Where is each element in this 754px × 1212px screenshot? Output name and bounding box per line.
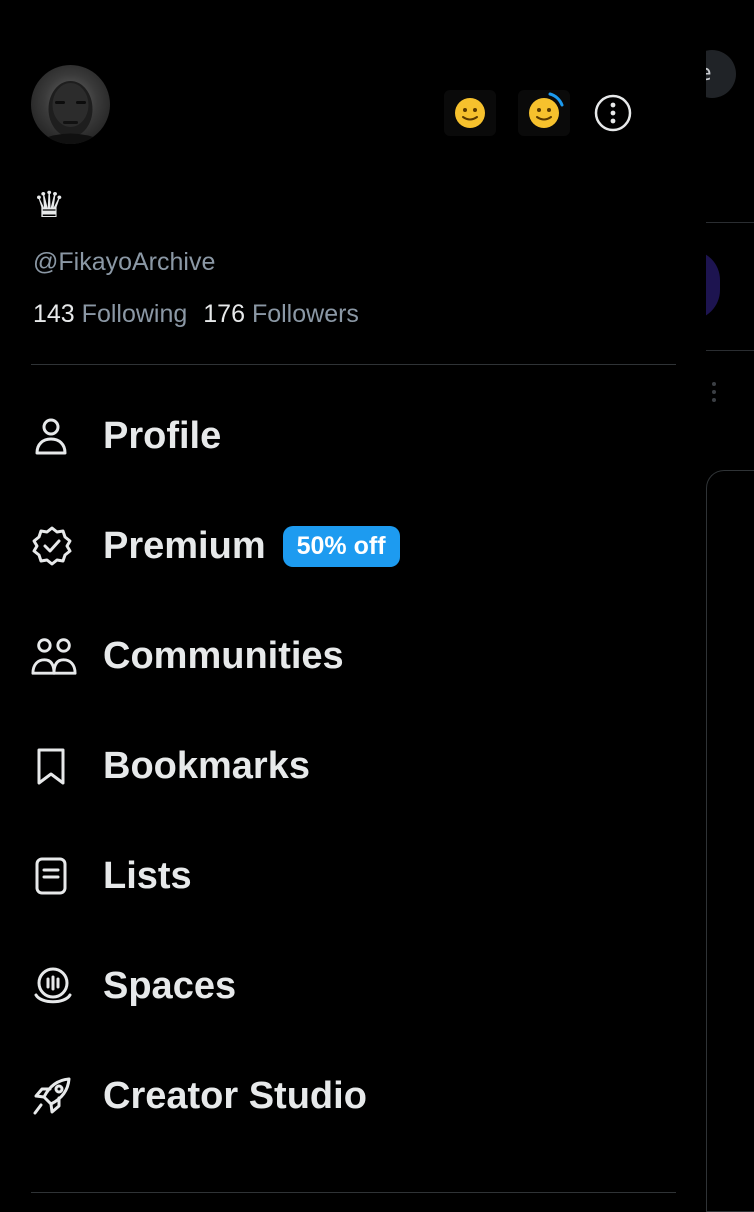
display-name: ♛	[33, 185, 66, 226]
spaces-icon	[31, 963, 77, 1009]
background-more-icon	[712, 382, 718, 406]
followers-link[interactable]: 176 Followers	[203, 300, 359, 328]
list-icon	[31, 853, 77, 899]
discount-badge: 50% off	[282, 525, 400, 567]
followers-label: Followers	[251, 300, 359, 328]
person-icon	[31, 413, 77, 459]
menu-item-label: Spaces	[103, 964, 237, 1007]
menu-item-profile[interactable]: Profile	[31, 406, 671, 466]
smiley-face-icon	[529, 92, 564, 128]
rocket-icon	[31, 1073, 77, 1119]
switch-account-button[interactable]	[444, 90, 496, 136]
background-divider	[706, 222, 754, 223]
following-link[interactable]: 143 Following	[33, 300, 187, 328]
switch-account-button[interactable]	[518, 90, 570, 136]
menu-item-creator-studio[interactable]: Creator Studio	[31, 1066, 671, 1126]
following-count: 143	[33, 300, 75, 328]
background-divider	[706, 350, 754, 351]
menu-item-premium[interactable]: Premium 50% off	[31, 516, 671, 576]
communities-icon	[31, 633, 77, 679]
following-label: Following	[81, 300, 188, 328]
more-options-button[interactable]	[594, 94, 632, 132]
follow-stats: 143 Following 176 Followers	[33, 300, 359, 329]
bookmark-icon	[31, 743, 77, 789]
menu-item-label: Premium	[103, 524, 266, 567]
menu-item-label: Lists	[103, 854, 192, 897]
divider	[31, 1192, 676, 1193]
menu-item-label: Communities	[103, 634, 344, 677]
verified-badge-icon	[31, 523, 77, 569]
menu-item-bookmarks[interactable]: Bookmarks	[31, 736, 671, 796]
menu-item-label: Creator Studio	[103, 1074, 367, 1117]
avatar[interactable]	[31, 65, 110, 144]
smiley-face-icon	[455, 98, 485, 128]
more-options-icon	[594, 94, 632, 132]
followers-count: 176	[203, 300, 245, 328]
menu-item-spaces[interactable]: Spaces	[31, 956, 671, 1016]
user-handle: @FikayoArchive	[33, 248, 216, 276]
background-card	[706, 470, 754, 1212]
divider	[31, 364, 676, 365]
menu-item-lists[interactable]: Lists	[31, 846, 671, 906]
menu-item-communities[interactable]: Communities	[31, 626, 671, 686]
side-drawer: ♛ @FikayoArchive 143 Following 176 Follow…	[0, 0, 706, 1199]
menu-item-label: Profile	[103, 414, 222, 457]
menu-item-label: Bookmarks	[103, 744, 310, 787]
